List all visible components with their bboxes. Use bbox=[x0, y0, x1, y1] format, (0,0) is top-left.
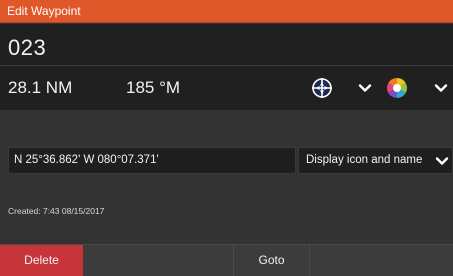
symbol-dropdown[interactable] bbox=[298, 66, 380, 110]
distance-value: 28.1 NM bbox=[8, 78, 73, 97]
chevron-down-icon bbox=[435, 157, 449, 165]
goto-button[interactable]: Goto bbox=[234, 245, 310, 276]
action-bar: Delete Goto bbox=[0, 244, 453, 276]
position-row: N 25°36.862' W 080°07.371' Display icon … bbox=[0, 147, 453, 175]
edit-waypoint-dialog: Edit Waypoint 023 28.1 NM 185 °M N 25°36… bbox=[0, 0, 453, 276]
dialog-title: Edit Waypoint bbox=[7, 4, 81, 18]
empty-button-slot bbox=[84, 245, 234, 276]
color-dropdown[interactable] bbox=[382, 66, 453, 110]
display-mode-dropdown[interactable]: Display icon and name bbox=[298, 147, 453, 174]
delete-button[interactable]: Delete bbox=[0, 245, 83, 276]
chevron-down-icon bbox=[358, 84, 372, 92]
chevron-down-icon bbox=[434, 84, 448, 92]
waypoint-info-row: 28.1 NM 185 °M bbox=[0, 66, 453, 110]
color-wheel-icon bbox=[387, 78, 407, 98]
waypoint-name-value: 023 bbox=[8, 35, 47, 60]
empty-button-slot bbox=[311, 245, 453, 276]
waypoint-name-field[interactable]: 023 bbox=[0, 24, 453, 66]
position-field[interactable]: N 25°36.862' W 080°07.371' bbox=[8, 147, 296, 174]
bearing-value: 185 °M bbox=[126, 78, 181, 97]
title-bar: Edit Waypoint bbox=[0, 0, 453, 23]
display-mode-value: Display icon and name bbox=[306, 154, 423, 166]
position-value: N 25°36.862' W 080°07.371' bbox=[14, 154, 159, 166]
waypoint-crosshair-icon bbox=[312, 78, 332, 98]
created-timestamp: Created: 7:43 08/15/2017 bbox=[8, 206, 105, 216]
section-spacer bbox=[0, 110, 453, 147]
